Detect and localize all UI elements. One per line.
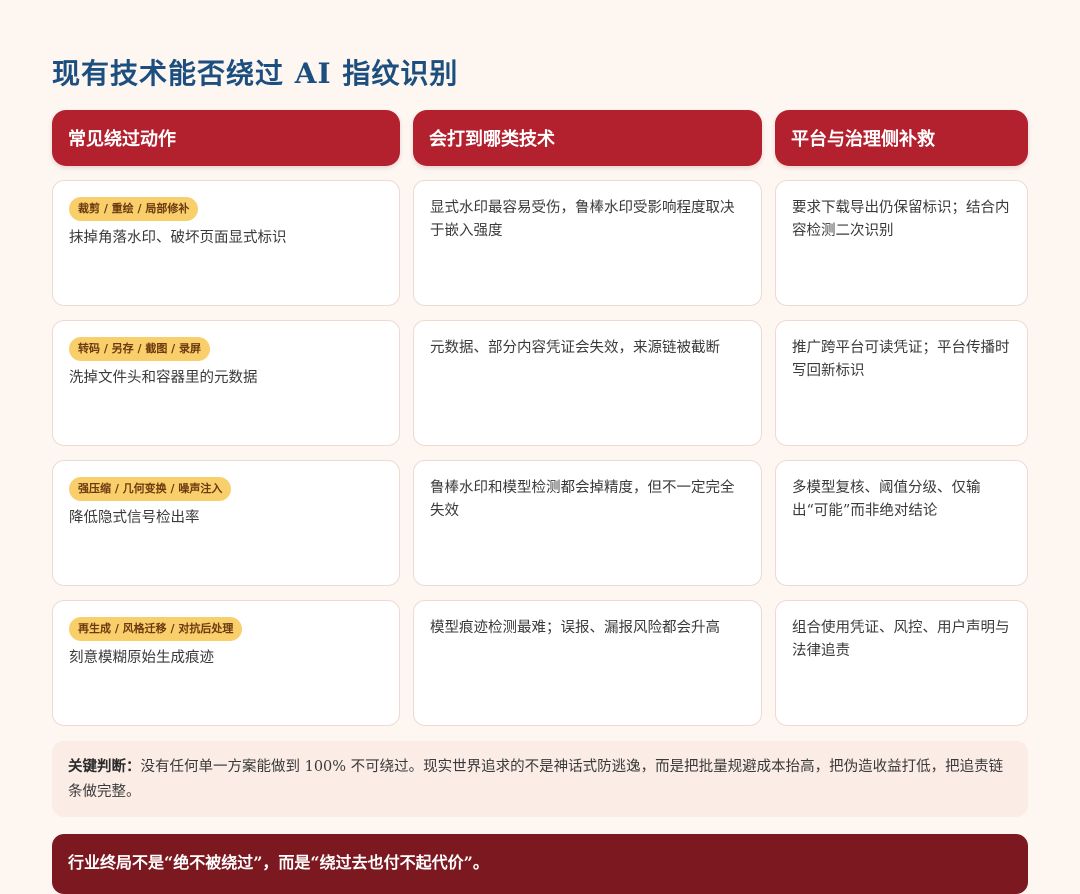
remedy-description: 推广跨平台可读凭证；平台传播时写回新标识 [792,340,1010,379]
impact-description: 模型痕迹检测最难；误报、漏报风险都会升高 [430,620,720,636]
remedy-description: 多模型复核、阈值分级、仅输出“可能”而非绝对结论 [792,480,981,519]
table-row-3-remedy-cell: 组合使用凭证、风控、用户声明与法律追责 [775,600,1028,726]
action-tag: 裁剪 / 重绘 / 局部修补 [69,197,199,221]
table-row-1-remedy-cell: 推广跨平台可读凭证；平台传播时写回新标识 [775,320,1028,446]
conclusion-text: 行业终局不是“绝不被绕过”，而是“绕过去也付不起代价”。 [68,853,489,872]
action-tag: 转码 / 另存 / 截图 / 录屏 [69,337,211,361]
impact-description: 鲁棒水印和模型检测都会掉精度，但不一定完全失效 [430,480,735,519]
remedy-description: 要求下载导出仍保留标识；结合内容检测二次识别 [792,200,1010,239]
key-judgment-note: 关键判断：没有任何单一方案能做到 100% 不可绕过。现实世界追求的不是神话式防… [52,741,1028,817]
table-row-1-action-cell: 转码 / 另存 / 截图 / 录屏 洗掉文件头和容器里的元数据 [52,320,400,446]
page-title: 现有技术能否绕过 AI 指纹识别 [52,57,459,90]
table-row-0-remedy-cell: 要求下载导出仍保留标识；结合内容检测二次识别 [775,180,1028,306]
action-tag: 强压缩 / 几何变换 / 噪声注入 [69,477,232,501]
table-row-2-impact-cell: 鲁棒水印和模型检测都会掉精度，但不一定完全失效 [413,460,762,586]
table-row-0-action-cell: 裁剪 / 重绘 / 局部修补 抹掉角落水印、破坏页面显式标识 [52,180,400,306]
column-header-bypass-actions: 常见绕过动作 [52,110,400,166]
table-row-2-remedy-cell: 多模型复核、阈值分级、仅输出“可能”而非绝对结论 [775,460,1028,586]
table-row-1-impact-cell: 元数据、部分内容凭证会失效，来源链被截断 [413,320,762,446]
table-row-3-impact-cell: 模型痕迹检测最难；误报、漏报风险都会升高 [413,600,762,726]
comparison-table: 常见绕过动作 会打到哪类技术 平台与治理侧补救 裁剪 / 重绘 / 局部修补 抹… [52,110,1028,726]
impact-description: 元数据、部分内容凭证会失效，来源链被截断 [430,340,720,356]
table-row-2-action-cell: 强压缩 / 几何变换 / 噪声注入 降低隐式信号检出率 [52,460,400,586]
table-row-3-action-cell: 再生成 / 风格迁移 / 对抗后处理 刻意模糊原始生成痕迹 [52,600,400,726]
action-description: 洗掉文件头和容器里的元数据 [69,370,258,386]
column-header-remedies: 平台与治理侧补救 [775,110,1028,166]
action-description: 抹掉角落水印、破坏页面显式标识 [69,230,287,246]
key-judgment-text: 没有任何单一方案能做到 100% 不可绕过。现实世界追求的不是神话式防逃逸，而是… [68,759,1004,800]
table-row-0-impact-cell: 显式水印最容易受伤，鲁棒水印受影响程度取决于嵌入强度 [413,180,762,306]
action-tag: 再生成 / 风格迁移 / 对抗后处理 [69,617,243,641]
impact-description: 显式水印最容易受伤，鲁棒水印受影响程度取决于嵌入强度 [430,200,735,239]
conclusion-banner: 行业终局不是“绝不被绕过”，而是“绕过去也付不起代价”。 [52,834,1028,894]
key-judgment-label: 关键判断： [68,758,141,775]
action-description: 刻意模糊原始生成痕迹 [69,650,214,666]
column-header-affected-tech: 会打到哪类技术 [413,110,762,166]
action-description: 降低隐式信号检出率 [69,510,200,526]
remedy-description: 组合使用凭证、风控、用户声明与法律追责 [792,620,1010,659]
